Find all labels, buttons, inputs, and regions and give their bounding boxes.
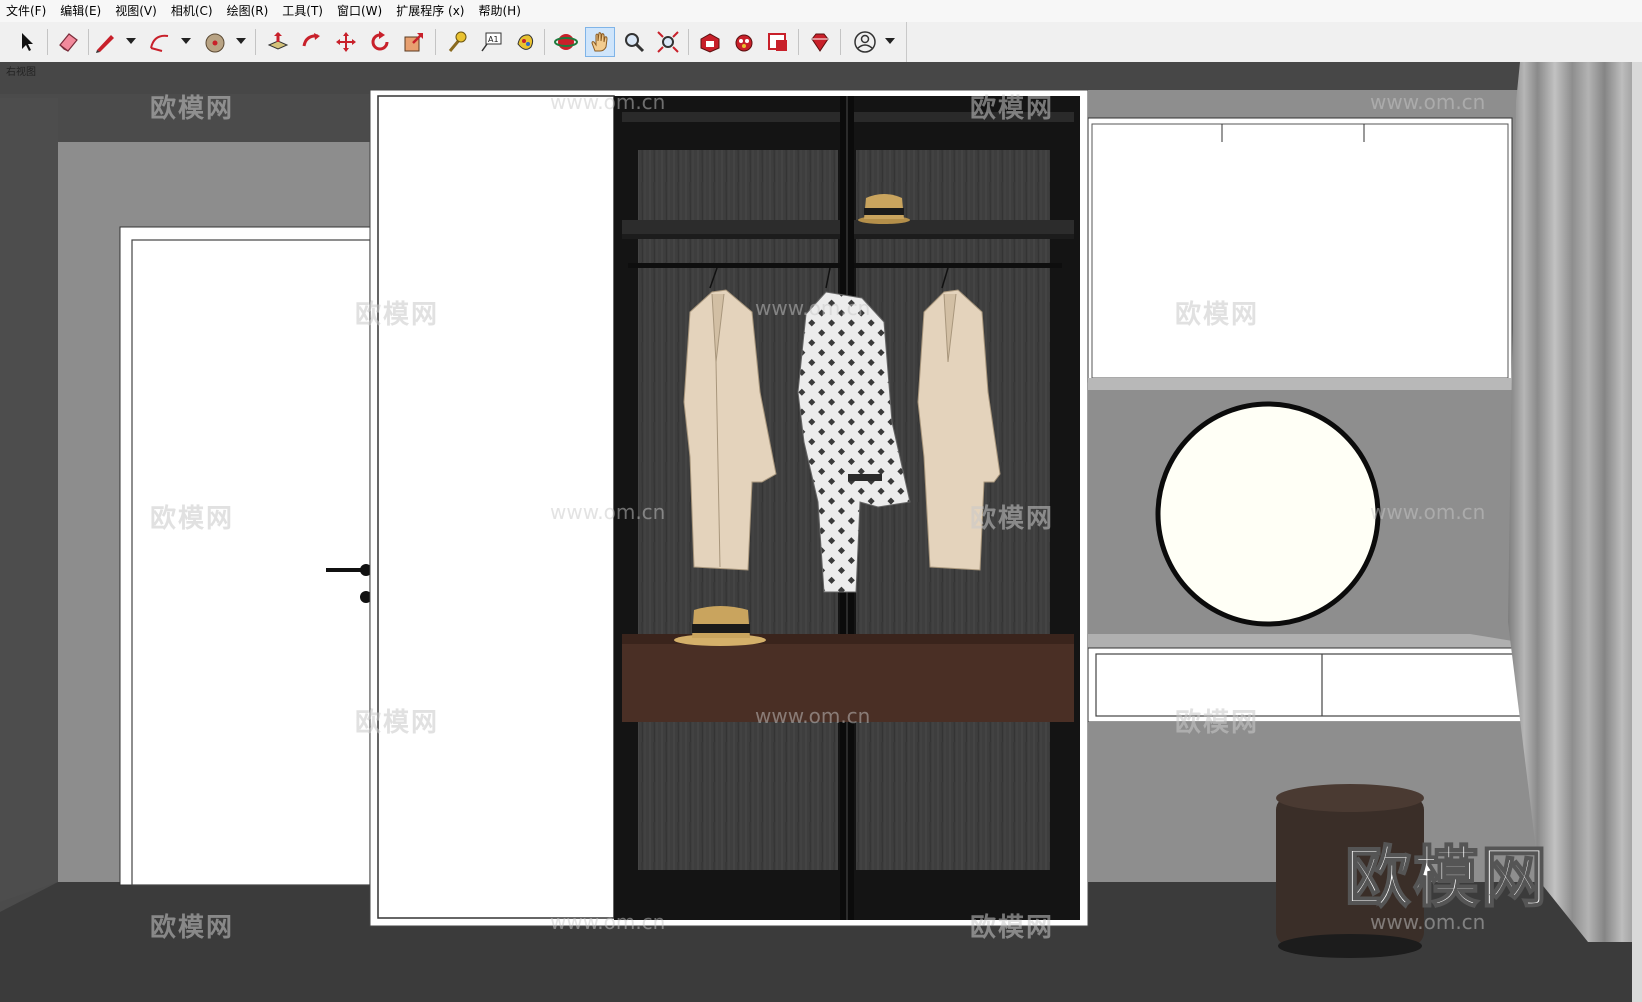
chevron-down-icon [126, 38, 136, 44]
scene-label: 右视图 [6, 67, 36, 78]
model-viewport[interactable]: 右视图 欧模网 欧模网 欧模网 欧模网 欧模网 欧模网 欧模网 欧模网 欧模网 … [0, 62, 1642, 1002]
orbit-tool-button[interactable] [551, 27, 581, 57]
ruby-console-button[interactable] [805, 27, 835, 57]
menu-bar: 文件(F) 编辑(E) 视图(V) 相机(C) 绘图(R) 工具(T) 窗口(W… [0, 0, 1642, 22]
paint-bucket-button[interactable] [200, 27, 230, 57]
extension-warehouse-icon [735, 34, 753, 52]
pan-hand-icon [591, 32, 608, 52]
svg-text:A1: A1 [488, 35, 499, 44]
zoom-extents-icon [657, 31, 679, 53]
text-tool-button[interactable]: A1 [476, 27, 506, 57]
menu-extensions[interactable]: 扩展程序 (x) [389, 0, 471, 22]
paint-bucket-icon [205, 33, 225, 53]
select-arrow-icon [22, 33, 33, 51]
chevron-down-icon [236, 38, 246, 44]
paint-dropdown-button[interactable] [236, 34, 246, 48]
follow-me-icon [302, 33, 320, 47]
select-tool-button[interactable] [12, 27, 42, 57]
push-pull-button[interactable] [263, 27, 293, 57]
menu-camera[interactable]: 相机(C) [164, 0, 220, 22]
paint-tool-button[interactable] [510, 27, 540, 57]
paint-icon [517, 34, 534, 50]
rotate-icon [371, 31, 389, 51]
eraser-icon [59, 33, 78, 52]
3d-warehouse-button[interactable] [695, 27, 725, 57]
orbit-icon [554, 34, 578, 50]
pencil-line-icon [96, 35, 114, 53]
menu-file[interactable]: 文件(F) [0, 0, 53, 22]
tape-measure-icon [448, 31, 467, 52]
eraser-tool-button[interactable] [53, 27, 83, 57]
chevron-down-icon [181, 38, 191, 44]
account-button[interactable] [850, 27, 880, 57]
text-label-icon: A1 [481, 32, 502, 52]
zoom-tool-button[interactable] [619, 27, 649, 57]
scale-tool-button[interactable] [399, 27, 429, 57]
line-tool-button[interactable] [90, 27, 120, 57]
account-icon [854, 31, 876, 53]
menu-tools[interactable]: 工具(T) [275, 0, 330, 22]
toolbar: A1 [0, 22, 1642, 63]
tape-measure-button[interactable] [442, 27, 472, 57]
account-dropdown-button[interactable] [885, 34, 895, 48]
menu-window[interactable]: 窗口(W) [330, 0, 389, 22]
zoom-extents-button[interactable] [653, 27, 683, 57]
layout-icon [768, 33, 787, 51]
zoom-icon [625, 33, 645, 53]
ruby-console-icon [811, 33, 829, 52]
pan-tool-button[interactable] [585, 27, 615, 57]
menu-view[interactable]: 视图(V) [108, 0, 164, 22]
chevron-down-icon [885, 38, 895, 44]
layout-button[interactable] [763, 27, 793, 57]
rotate-tool-button[interactable] [365, 27, 395, 57]
watermark-logo: 欧模网 [1344, 838, 1549, 917]
extension-warehouse-button[interactable] [729, 27, 759, 57]
arc-dropdown-button[interactable] [181, 34, 191, 48]
3d-warehouse-icon [700, 33, 720, 53]
move-tool-button[interactable] [331, 27, 361, 57]
follow-me-button[interactable] [297, 27, 327, 57]
menu-help[interactable]: 帮助(H) [471, 0, 527, 22]
line-dropdown-button[interactable] [126, 34, 136, 48]
scale-icon [404, 33, 423, 52]
arc-tool-button[interactable] [145, 27, 175, 57]
arc-icon [150, 34, 169, 52]
push-pull-icon [267, 32, 289, 50]
menu-draw[interactable]: 绘图(R) [220, 0, 276, 22]
menu-edit[interactable]: 编辑(E) [53, 0, 108, 22]
move-icon [336, 32, 356, 52]
